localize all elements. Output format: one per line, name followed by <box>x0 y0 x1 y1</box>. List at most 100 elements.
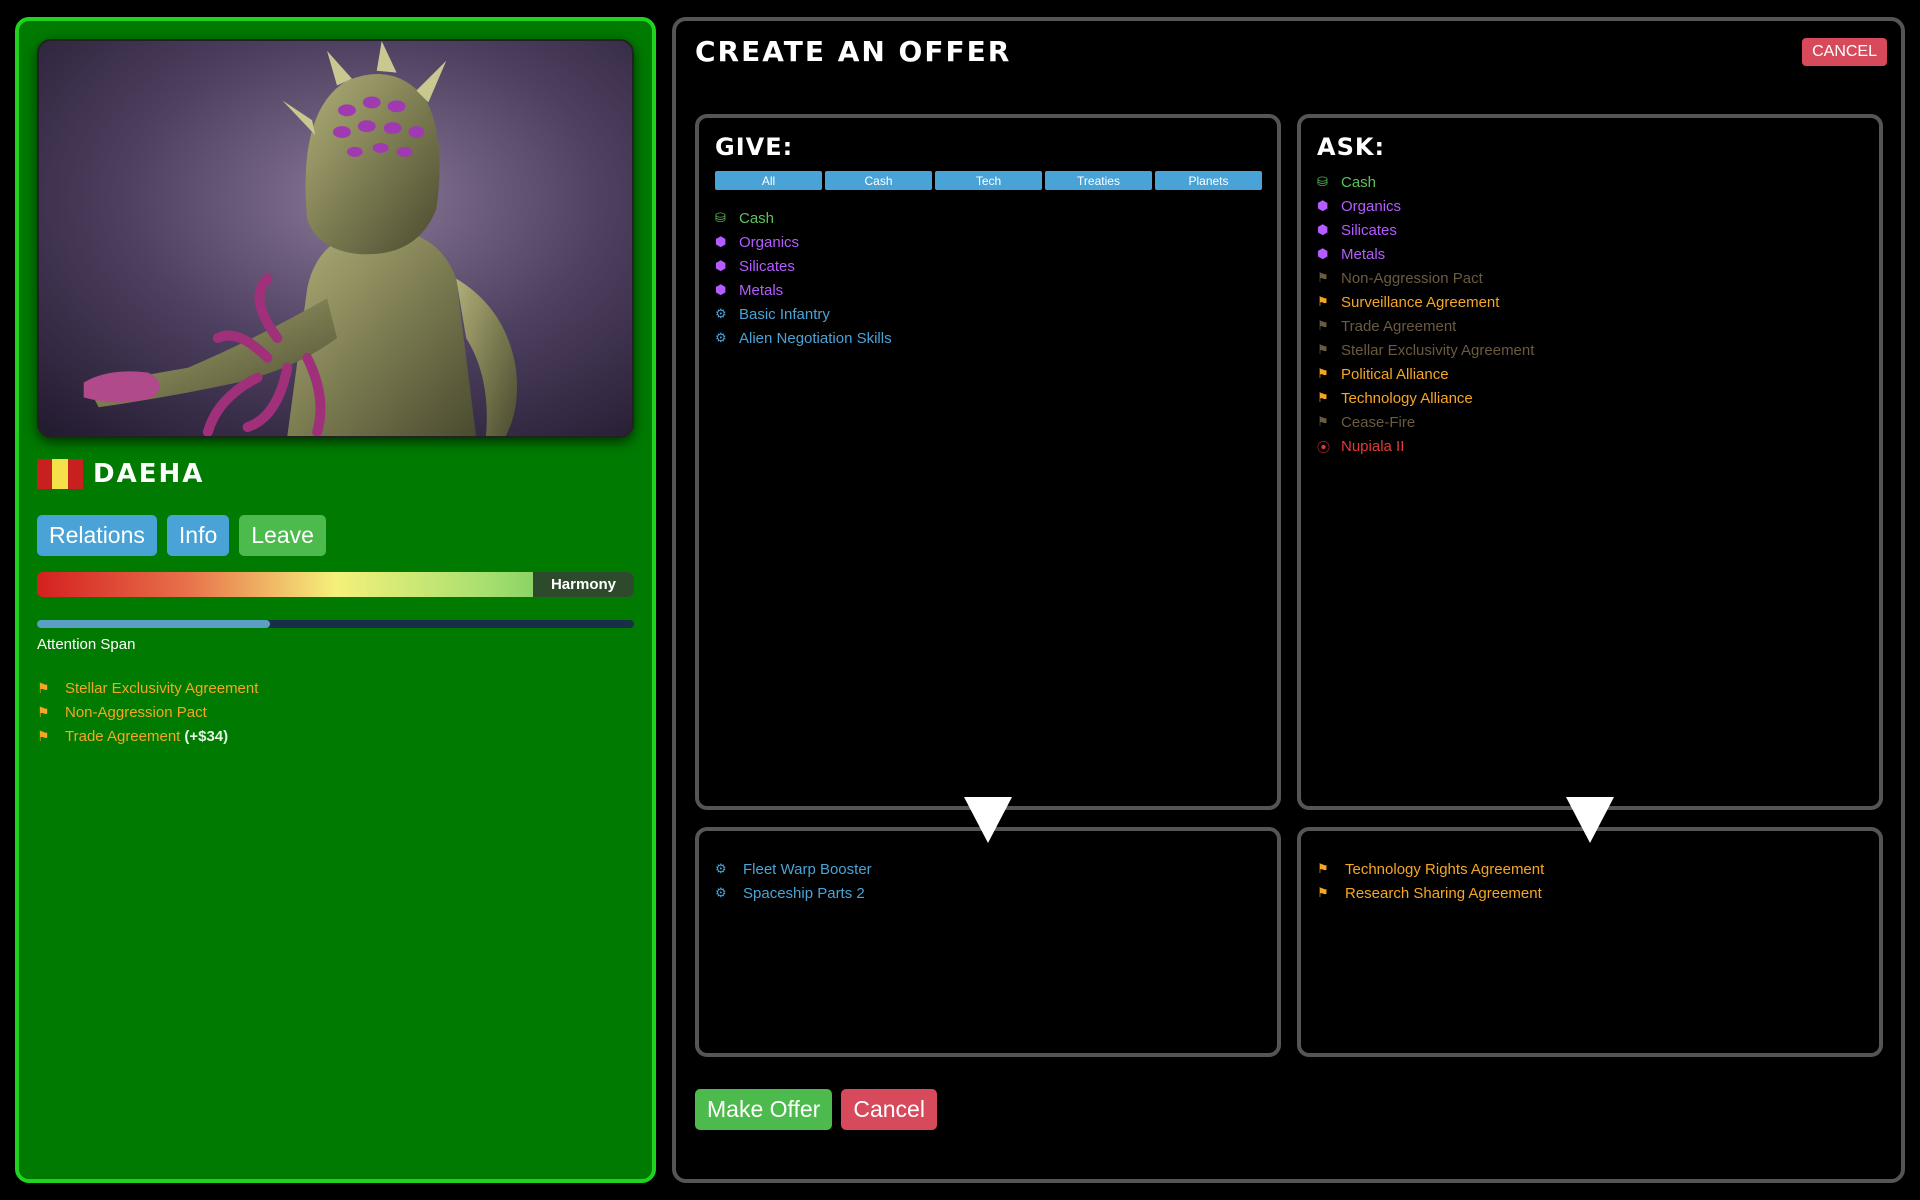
ask-option-label: Organics <box>1341 197 1402 215</box>
ask-panel: Ask: ⛁ Cash ⬢ Organics ⬢ Silicates ⬢ Metals ⚑ Non… <box>1297 114 1883 810</box>
attention-span-bar <box>37 620 634 628</box>
ask-selected-list: ⚑ Technology Rights Agreement ⚑ Research Sh… <box>1317 857 1544 905</box>
ask-option-item: ⚑ Stellar Exclusivity Agreement <box>1317 338 1534 362</box>
hexagon-icon: ⬢ <box>1317 222 1329 237</box>
gear-icon: ⚙ <box>715 306 727 321</box>
flag-icon: ⚑ <box>37 703 50 720</box>
flag-stripe <box>67 459 83 489</box>
flag-icon: ⚑ <box>1317 885 1329 900</box>
ask-option-item: ⚑ Trade Agreement <box>1317 314 1534 338</box>
give-option-item[interactable]: ⬢ Organics <box>715 230 892 254</box>
ask-selected-label: Technology Rights Agreement <box>1345 860 1545 878</box>
ask-option-item[interactable]: ⬢ Organics <box>1317 194 1534 218</box>
ask-option-label: Silicates <box>1341 221 1397 239</box>
treaty-bonus: (+$34) <box>184 727 229 745</box>
ask-option-item[interactable]: ⦿ Nupiala II <box>1317 434 1534 458</box>
ask-title: Ask: <box>1317 133 1386 161</box>
ask-selected-item[interactable]: ⚑ Technology Rights Agreement <box>1317 857 1544 881</box>
civ-header: Daeha <box>37 457 204 491</box>
ask-option-label: Non-Aggression Pact <box>1341 269 1483 287</box>
civ-actions: Relations Info Leave <box>37 515 326 556</box>
ask-option-label: Nupiala II <box>1341 437 1405 455</box>
civ-flag <box>37 459 83 489</box>
flag-icon: ⚑ <box>1317 294 1329 309</box>
give-option-label: Organics <box>739 233 800 251</box>
leave-button[interactable]: Leave <box>239 515 326 556</box>
page-title: Create an Offer <box>695 35 1012 68</box>
ask-item-list: ⛁ Cash ⬢ Organics ⬢ Silicates ⬢ Metals ⚑ Non-Aggr… <box>1317 170 1534 458</box>
offer-panel: Create an Offer CANCEL Give: All Cash Tech… <box>672 17 1905 1183</box>
give-option-item[interactable]: ⚙ Alien Negotiation Skills <box>715 326 892 350</box>
flag-icon: ⚑ <box>37 679 50 696</box>
relations-button[interactable]: Relations <box>37 515 157 556</box>
ask-option-label: Trade Agreement <box>1341 317 1457 335</box>
info-button[interactable]: Info <box>166 515 230 556</box>
gear-icon: ⚙ <box>715 861 727 876</box>
hexagon-icon: ⬢ <box>1317 246 1329 261</box>
treaty-item: ⚑ Stellar Exclusivity Agreement <box>37 676 258 700</box>
ask-option-label: Political Alliance <box>1341 365 1449 383</box>
ask-option-label: Surveillance Agreement <box>1341 293 1500 311</box>
ask-option-item: ⚑ Non-Aggression Pact <box>1317 266 1534 290</box>
give-selected-list: ⚙ Fleet Warp Booster ⚙ Spaceship Parts 2 <box>715 857 872 905</box>
civ-name: Daeha <box>93 459 205 489</box>
filter-tab-all[interactable]: All <box>715 171 822 190</box>
flag-icon: ⚑ <box>1317 861 1329 876</box>
ask-option-item[interactable]: ⛁ Cash <box>1317 170 1534 194</box>
attention-span-fill <box>37 620 270 628</box>
give-option-item[interactable]: ⬢ Silicates <box>715 254 892 278</box>
ask-selected-label: Research Sharing Agreement <box>1345 884 1542 902</box>
ask-option-item[interactable]: ⚑ Technology Alliance <box>1317 386 1534 410</box>
ask-option-item[interactable]: ⚑ Political Alliance <box>1317 362 1534 386</box>
top-cancel-button[interactable]: CANCEL <box>1802 38 1887 66</box>
filter-tab-treaties[interactable]: Treaties <box>1045 171 1152 190</box>
flag-icon: ⚑ <box>1317 390 1329 405</box>
gear-icon: ⚙ <box>715 330 727 345</box>
flag-icon: ⚑ <box>1317 318 1329 333</box>
give-option-label: Metals <box>739 281 784 299</box>
make-offer-button[interactable]: Make Offer <box>695 1089 833 1130</box>
hexagon-icon: ⬢ <box>715 258 727 273</box>
treaty-label: Trade Agreement <box>65 727 181 745</box>
filter-tab-tech[interactable]: Tech <box>935 171 1042 190</box>
ask-selected-item[interactable]: ⚑ Research Sharing Agreement <box>1317 881 1544 905</box>
ask-option-label: Metals <box>1341 245 1386 263</box>
filter-tab-planets[interactable]: Planets <box>1155 171 1262 190</box>
give-selected-item[interactable]: ⚙ Spaceship Parts 2 <box>715 881 872 905</box>
treaty-item: ⚑ Non-Aggression Pact <box>37 700 258 724</box>
flag-stripe <box>52 459 68 489</box>
relation-status: Harmony <box>532 572 634 597</box>
ask-option-item[interactable]: ⬢ Silicates <box>1317 218 1534 242</box>
give-item-list: ⛁ Cash ⬢ Organics ⬢ Silicates ⬢ Metals ⚙ Basic In… <box>715 206 892 350</box>
give-arrow-icon <box>964 797 1012 843</box>
ask-arrow-icon <box>1566 797 1614 843</box>
cancel-button[interactable]: Cancel <box>841 1089 937 1130</box>
give-option-item[interactable]: ⬢ Metals <box>715 278 892 302</box>
give-filter-tabs: All Cash Tech Treaties Planets <box>715 171 1262 190</box>
ask-option-item[interactable]: ⬢ Metals <box>1317 242 1534 266</box>
give-option-label: Silicates <box>739 257 795 275</box>
gear-icon: ⚙ <box>715 885 727 900</box>
give-option-item[interactable]: ⚙ Basic Infantry <box>715 302 892 326</box>
coins-icon: ⛁ <box>1317 174 1328 189</box>
ask-selected-panel: ⚑ Technology Rights Agreement ⚑ Research Sh… <box>1297 827 1883 1057</box>
flag-icon: ⚑ <box>1317 414 1329 429</box>
attention-span-label: Attention Span <box>37 636 136 653</box>
give-selected-item[interactable]: ⚙ Fleet Warp Booster <box>715 857 872 881</box>
ask-option-item[interactable]: ⚑ Surveillance Agreement <box>1317 290 1534 314</box>
give-title: Give: <box>715 133 794 161</box>
ask-option-label: Stellar Exclusivity Agreement <box>1341 341 1535 359</box>
diplomacy-sidebar: Daeha Relations Info Leave Harmony Atten… <box>15 17 656 1183</box>
treaty-label: Non-Aggression Pact <box>65 703 207 721</box>
give-selected-label: Fleet Warp Booster <box>743 860 872 878</box>
alien-portrait <box>37 39 634 438</box>
hexagon-icon: ⬢ <box>1317 198 1329 213</box>
planet-icon: ⦿ <box>1317 439 1331 455</box>
give-option-item[interactable]: ⛁ Cash <box>715 206 892 230</box>
flag-icon: ⚑ <box>1317 270 1329 285</box>
alien-portrait-image <box>39 41 632 436</box>
give-panel: Give: All Cash Tech Treaties Planets ⛁ Cash ⬢ O… <box>695 114 1281 810</box>
ask-option-label: Technology Alliance <box>1341 389 1473 407</box>
filter-tab-cash[interactable]: Cash <box>825 171 932 190</box>
give-selected-label: Spaceship Parts 2 <box>743 884 865 902</box>
